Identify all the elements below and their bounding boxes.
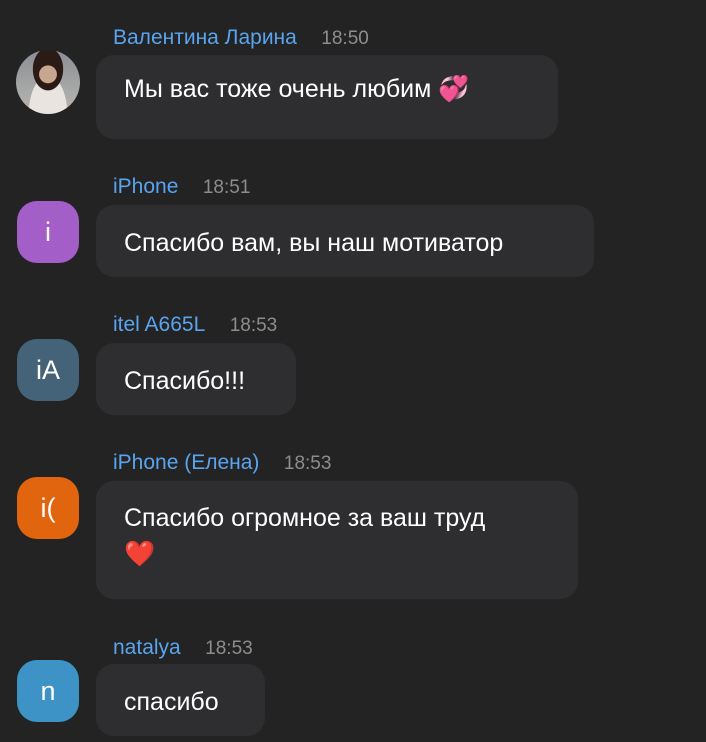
sender-name[interactable]: iPhone <box>113 175 178 198</box>
message-header: Валентина Ларина 18:50 <box>113 26 369 50</box>
message-time: 18:53 <box>205 638 253 659</box>
sender-name[interactable]: Валентина Ларина <box>113 26 297 49</box>
message-time: 18:53 <box>229 315 278 336</box>
message-header: natalya 18:53 <box>113 636 253 660</box>
message-header: iPhone (Елена) 18:53 <box>113 451 331 475</box>
avatar-photo[interactable] <box>16 50 80 114</box>
message-header: itel A665L 18:53 <box>113 313 277 337</box>
red-heart-icon: ❤️ <box>124 539 156 568</box>
message-bubble[interactable]: спасибо <box>96 664 265 736</box>
message-bubble[interactable]: Мы вас тоже очень любим 💞 <box>96 55 558 139</box>
avatar[interactable]: iA <box>17 339 79 401</box>
message-bubble[interactable]: Спасибо огромное за ваш труд ❤️ <box>96 481 578 599</box>
message-time: 18:51 <box>202 177 251 198</box>
avatar[interactable]: i( <box>17 477 79 539</box>
message-time: 18:50 <box>321 28 369 49</box>
sender-name[interactable]: natalya <box>113 636 181 659</box>
message-text: Мы вас тоже очень любим <box>124 75 432 103</box>
two-hearts-icon: 💞 <box>438 74 470 103</box>
message-text: Спасибо вам, вы наш мотиватор <box>124 229 504 257</box>
message-header: iPhone 18:51 <box>113 175 250 199</box>
avatar[interactable]: n <box>17 660 79 722</box>
sender-name[interactable]: iPhone (Елена) <box>113 451 259 474</box>
message-text: Спасибо огромное за ваш труд <box>124 504 486 532</box>
message-time: 18:53 <box>283 453 332 474</box>
message-bubble[interactable]: Спасибо вам, вы наш мотиватор <box>96 205 594 277</box>
message-text: Спасибо!!! <box>124 367 246 395</box>
message-bubble[interactable]: Спасибо!!! <box>96 343 296 415</box>
sender-name[interactable]: itel A665L <box>113 313 205 336</box>
message-text: спасибо <box>124 688 219 716</box>
avatar[interactable]: i <box>17 201 79 263</box>
